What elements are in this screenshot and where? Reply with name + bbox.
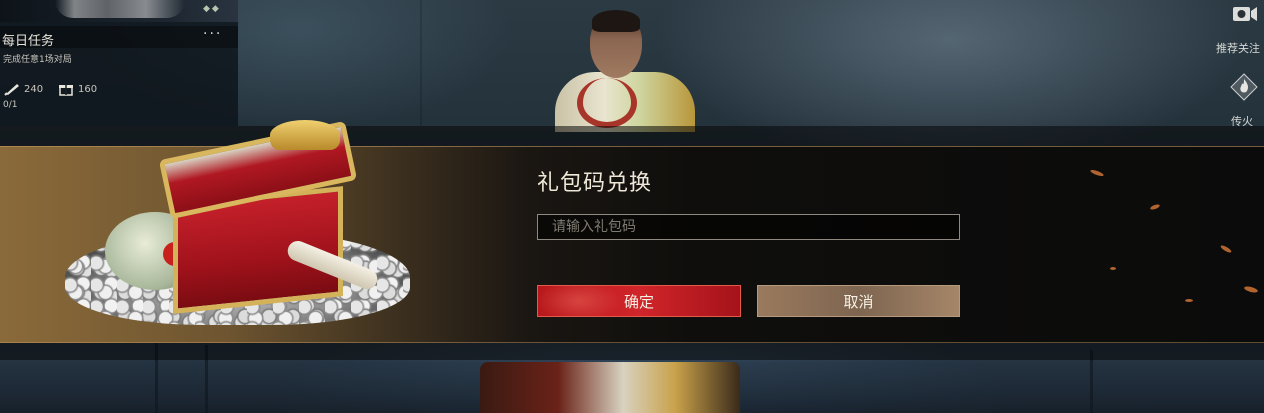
reward-gift: 160 (58, 82, 97, 96)
ember-particle (1089, 168, 1105, 178)
chest-crest (270, 120, 340, 150)
character-lower-body (480, 362, 740, 413)
task-description: 完成任意1场对局 (3, 55, 72, 65)
flame-icon[interactable] (1229, 72, 1259, 102)
camera-icon[interactable] (1231, 0, 1259, 26)
ember-particle (1149, 203, 1161, 211)
recommend-follow-label[interactable]: 推荐关注 (1216, 40, 1260, 56)
ember-particle (1110, 267, 1116, 270)
confirm-button[interactable]: 确定 (537, 285, 741, 317)
reward-scroll: 240 (4, 82, 43, 96)
treasure-chest-illustration (55, 120, 425, 335)
reward-value: 240 (24, 83, 44, 95)
daily-task-panel[interactable]: 每日任务 ··· 完成任意1场对局 240 160 0/1 (0, 22, 238, 126)
ember-particle (1219, 244, 1233, 254)
task-header: 每日任务 ··· (0, 26, 238, 49)
more-options-icon[interactable]: ··· (203, 26, 222, 42)
gift-code-input[interactable] (537, 214, 960, 240)
ship-mast (420, 0, 422, 126)
task-title: 每日任务 (2, 34, 55, 49)
game-logo-strip: ◆◆ (0, 0, 238, 22)
reward-value: 160 (78, 83, 98, 95)
diamond-dots-icon: ◆◆ (203, 4, 221, 14)
game-logo (55, 0, 185, 18)
ember-particle (1243, 285, 1259, 294)
task-progress: 0/1 (3, 100, 18, 110)
ember-particle (1185, 299, 1193, 302)
cancel-button[interactable]: 取消 (757, 285, 960, 317)
scroll-icon (4, 84, 19, 96)
character-hair (592, 10, 640, 32)
character-necklace (577, 78, 637, 128)
dialog-title: 礼包码兑换 (537, 171, 653, 196)
gift-icon (59, 85, 73, 96)
